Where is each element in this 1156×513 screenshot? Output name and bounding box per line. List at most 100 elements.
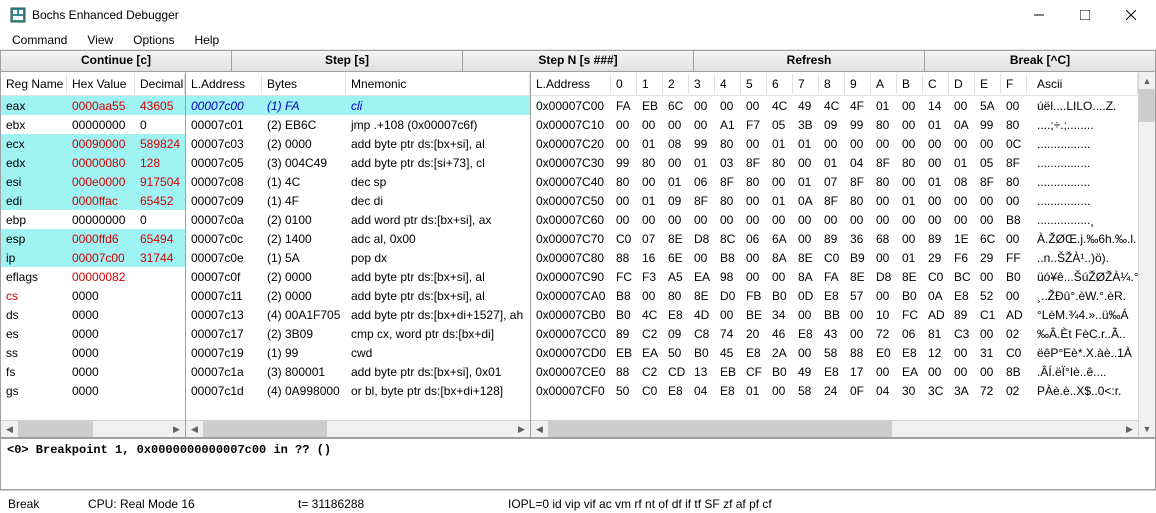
scroll-down-icon[interactable]: ▼ bbox=[1139, 420, 1155, 437]
col-decimal[interactable]: Decimal bbox=[135, 74, 185, 94]
col-hex-C[interactable]: C bbox=[923, 74, 949, 94]
memory-row[interactable]: 0x00007CC089C209C8742046E84300720681C300… bbox=[531, 324, 1138, 343]
register-row[interactable]: eflags00000082 bbox=[1, 267, 185, 286]
memory-vscroll[interactable]: ▲ ▼ bbox=[1138, 72, 1155, 437]
minimize-button[interactable] bbox=[1016, 0, 1062, 30]
disassembly-body[interactable]: 00007c00(1) FAcli00007c01(2) EB6Cjmp .+1… bbox=[186, 96, 530, 420]
col-hex-6[interactable]: 6 bbox=[767, 74, 793, 94]
register-row[interactable]: cs0000 bbox=[1, 286, 185, 305]
close-button[interactable] bbox=[1108, 0, 1154, 30]
col-hex-B[interactable]: B bbox=[897, 74, 923, 94]
disasm-row[interactable]: 00007c0c(2) 1400adc al, 0x00 bbox=[186, 229, 530, 248]
col-hex-2[interactable]: 2 bbox=[663, 74, 689, 94]
scroll-left-icon[interactable]: ◀ bbox=[1, 421, 18, 438]
col-hex-1[interactable]: 1 bbox=[637, 74, 663, 94]
col-hex-8[interactable]: 8 bbox=[819, 74, 845, 94]
scroll-left-icon[interactable]: ◀ bbox=[531, 421, 548, 438]
register-row[interactable]: ebx000000000 bbox=[1, 115, 185, 134]
memory-body[interactable]: 0x00007C00FAEB6C0000004C494C4F010014005A… bbox=[531, 96, 1138, 420]
register-row[interactable]: edi0000ffac65452 bbox=[1, 191, 185, 210]
disasm-row[interactable]: 00007c19(1) 99cwd bbox=[186, 343, 530, 362]
disasm-row[interactable]: 00007c1d(4) 0A998000or bl, byte ptr ds:[… bbox=[186, 381, 530, 400]
disasm-row[interactable]: 00007c0a(2) 0100add word ptr ds:[bx+si],… bbox=[186, 210, 530, 229]
col-hex-4[interactable]: 4 bbox=[715, 74, 741, 94]
memory-row[interactable]: 0x00007C60000000000000000000000000000000… bbox=[531, 210, 1138, 229]
register-row[interactable]: ds0000 bbox=[1, 305, 185, 324]
disasm-row[interactable]: 00007c05(3) 004C49add byte ptr ds:[si+73… bbox=[186, 153, 530, 172]
register-row[interactable]: ebp000000000 bbox=[1, 210, 185, 229]
register-row[interactable]: edx00000080128 bbox=[1, 153, 185, 172]
col-hex-D[interactable]: D bbox=[949, 74, 975, 94]
memory-row[interactable]: 0x00007C00FAEB6C0000004C494C4F010014005A… bbox=[531, 96, 1138, 115]
register-row[interactable]: esp0000ffd665494 bbox=[1, 229, 185, 248]
col-laddress[interactable]: L.Address bbox=[186, 74, 262, 94]
col-hex-3[interactable]: 3 bbox=[689, 74, 715, 94]
col-mem-addr[interactable]: L.Address bbox=[531, 74, 611, 94]
col-mnemonic[interactable]: Mnemonic bbox=[346, 74, 530, 94]
memory-row[interactable]: 0x00007C40800001068F800001078F800001088F… bbox=[531, 172, 1138, 191]
disassembly-hscroll[interactable]: ◀ ▶ bbox=[186, 420, 530, 437]
col-hex-0[interactable]: 0 bbox=[611, 74, 637, 94]
memory-row[interactable]: 0x00007CD0EBEA50B045E82A005888E0E8120031… bbox=[531, 343, 1138, 362]
memory-row[interactable]: 0x00007CF050C0E804E8010058240F04303C3A72… bbox=[531, 381, 1138, 400]
memory-row[interactable]: 0x00007CA0B800808ED0FBB00DE85700B00AE852… bbox=[531, 286, 1138, 305]
col-hex-7[interactable]: 7 bbox=[793, 74, 819, 94]
register-row[interactable]: es0000 bbox=[1, 324, 185, 343]
memory-row[interactable]: 0x00007C20000108998000010100000000000000… bbox=[531, 134, 1138, 153]
maximize-button[interactable] bbox=[1062, 0, 1108, 30]
menu-view[interactable]: View bbox=[79, 31, 121, 49]
col-hex-9[interactable]: 9 bbox=[845, 74, 871, 94]
scroll-right-icon[interactable]: ▶ bbox=[513, 421, 530, 438]
menu-command[interactable]: Command bbox=[4, 31, 75, 49]
menu-options[interactable]: Options bbox=[125, 31, 182, 49]
refresh-button[interactable]: Refresh bbox=[694, 51, 925, 71]
register-row[interactable]: gs0000 bbox=[1, 381, 185, 400]
registers-body[interactable]: eax0000aa5543605ebx000000000ecx000900005… bbox=[1, 96, 185, 420]
disasm-row[interactable]: 00007c13(4) 00A1F705add byte ptr ds:[bx+… bbox=[186, 305, 530, 324]
col-hex-5[interactable]: 5 bbox=[741, 74, 767, 94]
scroll-left-icon[interactable]: ◀ bbox=[186, 421, 203, 438]
scroll-right-icon[interactable]: ▶ bbox=[168, 421, 185, 438]
col-hex-E[interactable]: E bbox=[975, 74, 1001, 94]
continue-button[interactable]: Continue [c] bbox=[1, 51, 232, 71]
console-output[interactable]: <0> Breakpoint 1, 0x0000000000007c00 in … bbox=[0, 438, 1156, 490]
disasm-row[interactable]: 00007c01(2) EB6Cjmp .+108 (0x00007c6f) bbox=[186, 115, 530, 134]
col-hex-F[interactable]: F bbox=[1001, 74, 1027, 94]
col-hex-value[interactable]: Hex Value bbox=[67, 74, 135, 94]
col-bytes[interactable]: Bytes bbox=[262, 74, 346, 94]
memory-row[interactable]: 0x00007C3099800001038F800001048F80000105… bbox=[531, 153, 1138, 172]
disasm-row[interactable]: 00007c1a(3) 800001add byte ptr ds:[bx+si… bbox=[186, 362, 530, 381]
disasm-row[interactable]: 00007c0e(1) 5Apop dx bbox=[186, 248, 530, 267]
register-row[interactable]: ss0000 bbox=[1, 343, 185, 362]
disasm-row[interactable]: 00007c11(2) 0000add byte ptr ds:[bx+si],… bbox=[186, 286, 530, 305]
memory-row[interactable]: 0x00007C1000000000A1F7053B09998000010A99… bbox=[531, 115, 1138, 134]
memory-hscroll[interactable]: ◀ ▶ bbox=[531, 420, 1138, 437]
register-row[interactable]: esi000e0000917504 bbox=[1, 172, 185, 191]
col-ascii[interactable]: Ascii bbox=[1027, 74, 1138, 94]
menu-help[interactable]: Help bbox=[187, 31, 228, 49]
disasm-row[interactable]: 00007c08(1) 4Cdec sp bbox=[186, 172, 530, 191]
memory-row[interactable]: 0x00007C70C0078ED88C066A0089366800891E6C… bbox=[531, 229, 1138, 248]
register-row[interactable]: eax0000aa5543605 bbox=[1, 96, 185, 115]
col-hex-A[interactable]: A bbox=[871, 74, 897, 94]
scroll-right-icon[interactable]: ▶ bbox=[1121, 421, 1138, 438]
break-button[interactable]: Break [^C] bbox=[925, 51, 1155, 71]
step-button[interactable]: Step [s] bbox=[232, 51, 463, 71]
disasm-row[interactable]: 00007c09(1) 4Fdec di bbox=[186, 191, 530, 210]
memory-row[interactable]: 0x00007CB0B04CE84D00BE3400BB0010FCAD89C1… bbox=[531, 305, 1138, 324]
disasm-row[interactable]: 00007c03(2) 0000add byte ptr ds:[bx+si],… bbox=[186, 134, 530, 153]
memory-row[interactable]: 0x00007C8088166E00B8008A8EC0B9000129F629… bbox=[531, 248, 1138, 267]
disasm-row[interactable]: 00007c00(1) FAcli bbox=[186, 96, 530, 115]
memory-row[interactable]: 0x00007C90FCF3A5EA9800008AFA8ED88EC0BC00… bbox=[531, 267, 1138, 286]
registers-hscroll[interactable]: ◀ ▶ bbox=[1, 420, 185, 437]
memory-row[interactable]: 0x00007CE088C2CD13EBCFB049E81700EA000000… bbox=[531, 362, 1138, 381]
scroll-up-icon[interactable]: ▲ bbox=[1139, 72, 1155, 89]
col-reg-name[interactable]: Reg Name bbox=[1, 74, 67, 94]
disasm-row[interactable]: 00007c17(2) 3B09cmp cx, word ptr ds:[bx+… bbox=[186, 324, 530, 343]
step-n-button[interactable]: Step N [s ###] bbox=[463, 51, 694, 71]
disasm-row[interactable]: 00007c0f(2) 0000add byte ptr ds:[bx+si],… bbox=[186, 267, 530, 286]
memory-row[interactable]: 0x00007C500001098F8000010A8F800001000000… bbox=[531, 191, 1138, 210]
register-row[interactable]: fs0000 bbox=[1, 362, 185, 381]
register-row[interactable]: ip00007c0031744 bbox=[1, 248, 185, 267]
register-row[interactable]: ecx00090000589824 bbox=[1, 134, 185, 153]
